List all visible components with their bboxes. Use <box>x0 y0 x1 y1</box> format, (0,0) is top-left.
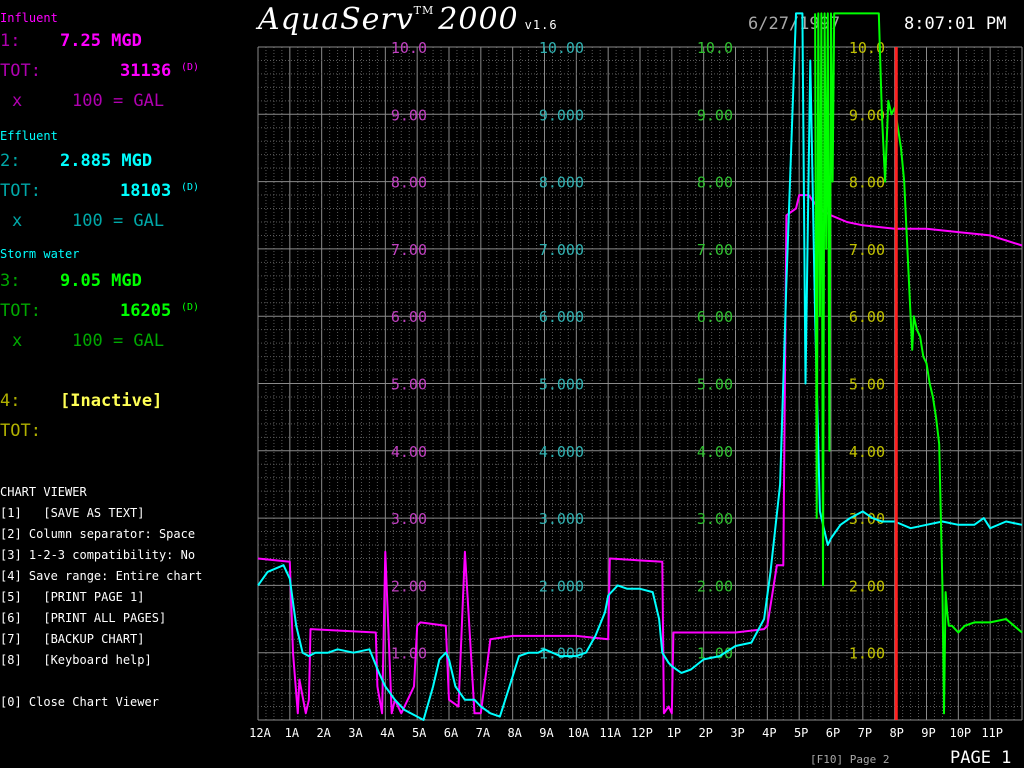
x-tick-label: 5P <box>794 726 808 740</box>
y-tick-label: 2.00 <box>697 577 733 595</box>
x-tick-label: 2P <box>698 726 712 740</box>
x-tick-label: 12P <box>631 726 653 740</box>
x-tick-label: 4P <box>762 726 776 740</box>
y-tick-label: 3.000 <box>539 510 584 528</box>
y-tick-label: 10.0 <box>391 39 427 57</box>
x-tick-label: 7A <box>476 726 491 740</box>
x-tick-label: 4A <box>380 726 395 740</box>
x-tick-label: 6A <box>444 726 459 740</box>
flow-chart[interactable]: 1.00 2.00 3.00 4.00 5.00 6.00 7.00 8.00 9.00 10.0… <box>0 0 1024 768</box>
x-tick-label: 3P <box>730 726 744 740</box>
y-tick-label: 8.00 <box>697 174 733 192</box>
x-tick-label: 11P <box>981 726 1003 740</box>
y-tick-label: 9.00 <box>391 106 427 124</box>
x-tick-label: 11A <box>599 726 621 740</box>
y-tick-label: 6.00 <box>849 308 885 326</box>
y-tick-label: 8.00 <box>391 174 427 192</box>
x-tick-label: 12A <box>249 726 271 740</box>
x-tick-label: 10A <box>567 726 589 740</box>
page-indicator: PAGE 1 <box>950 748 1012 768</box>
y-tick-label: 4.00 <box>697 443 733 461</box>
x-tick-label: 9A <box>539 726 554 740</box>
y-tick-label: 3.00 <box>849 510 885 528</box>
y-tick-label: 9.00 <box>697 106 733 124</box>
y-tick-label: 7.000 <box>539 241 584 259</box>
y-tick-label: 7.00 <box>697 241 733 259</box>
y-tick-label: 4.00 <box>849 443 885 461</box>
y-tick-label: 3.00 <box>391 510 427 528</box>
y-tick-label: 2.00 <box>391 577 427 595</box>
y-tick-label: 1.000 <box>539 645 584 663</box>
x-tick-label: 1P <box>667 726 681 740</box>
y-tick-label: 7.00 <box>391 241 427 259</box>
y-tick-label: 5.00 <box>697 376 733 394</box>
x-tick-label: 5A <box>412 726 427 740</box>
y-tick-label: 1.00 <box>849 645 885 663</box>
y-tick-label: 5.00 <box>849 376 885 394</box>
y-tick-label: 4.000 <box>539 443 584 461</box>
y-tick-label: 10.0 <box>697 39 733 57</box>
x-tick-label: 3A <box>348 726 363 740</box>
x-tick-label: 2A <box>316 726 331 740</box>
next-page-hint[interactable]: [F10] Page 2 <box>810 753 889 766</box>
x-tick-label: 8P <box>889 726 903 740</box>
x-tick-label: 1A <box>285 726 300 740</box>
y-tick-label: 4.00 <box>391 443 427 461</box>
y-tick-label: 9.00 <box>849 106 885 124</box>
y-tick-label: 8.000 <box>539 174 584 192</box>
x-tick-label: 6P <box>826 726 840 740</box>
y-tick-label: 7.00 <box>849 241 885 259</box>
y-tick-label: 5.000 <box>539 376 584 394</box>
y-tick-label: 8.00 <box>849 174 885 192</box>
y-tick-label: 6.000 <box>539 308 584 326</box>
x-axis-ticks: 12A 1A 2A 3A 4A 5A 6A 7A 8A 9A 10A 11A 12P 1P 2P 3P 4P 5P… <box>249 726 1003 740</box>
y-tick-label: 2.000 <box>539 577 584 595</box>
y-tick-label: 10.00 <box>539 39 584 57</box>
x-tick-label: 8A <box>507 726 522 740</box>
chart-grid <box>257 46 1023 721</box>
y-tick-label: 6.00 <box>391 308 427 326</box>
x-tick-label: 7P <box>858 726 872 740</box>
y-tick-label: 9.000 <box>539 106 584 124</box>
y-tick-label: 5.00 <box>391 376 427 394</box>
y-tick-label: 3.00 <box>697 510 733 528</box>
x-tick-label: 10P <box>949 726 971 740</box>
y-tick-label: 2.00 <box>849 577 885 595</box>
y-tick-label: 6.00 <box>697 308 733 326</box>
y-tick-label: 1.00 <box>391 645 427 663</box>
x-tick-label: 9P <box>921 726 935 740</box>
